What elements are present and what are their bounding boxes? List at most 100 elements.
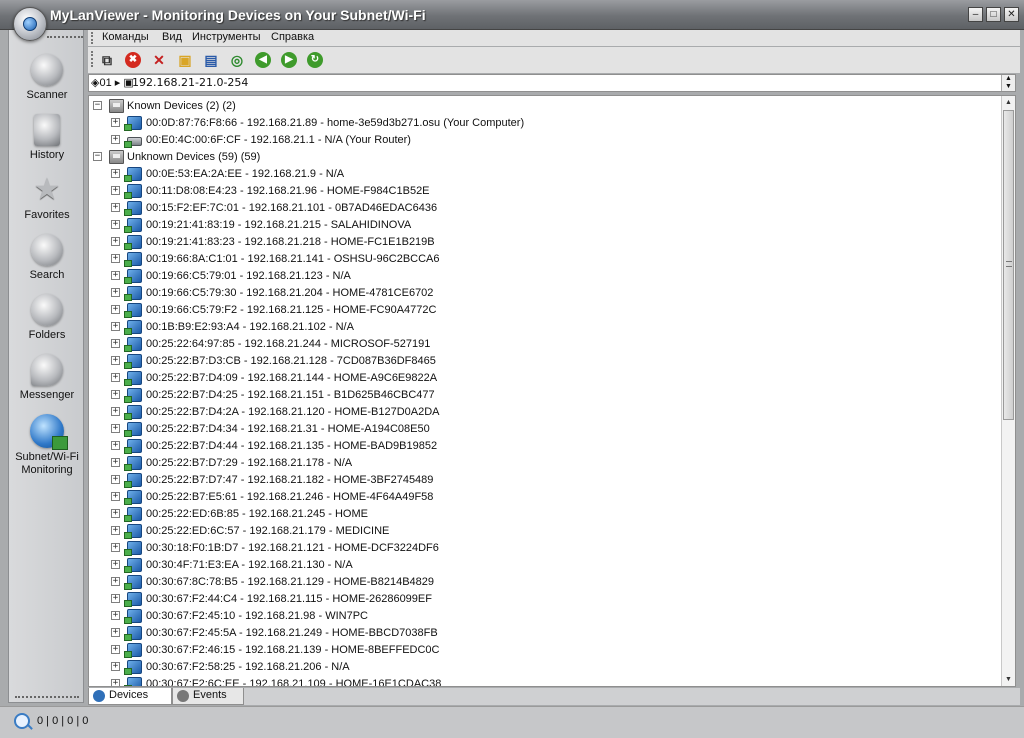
expand-icon[interactable]: + xyxy=(111,662,120,671)
device-row[interactable]: +00:E0:4C:00:6F:CF - 192.168.21.1 - N/A … xyxy=(89,132,999,149)
back-button[interactable]: ◀ xyxy=(253,50,273,70)
vertical-scrollbar[interactable]: ▲ ▼ xyxy=(1001,96,1015,686)
open-button[interactable]: ▣ xyxy=(175,50,195,70)
expand-icon[interactable]: + xyxy=(111,611,120,620)
tree-group[interactable]: − Unknown Devices (59) (59) xyxy=(89,149,999,166)
expand-icon[interactable]: + xyxy=(111,594,120,603)
spin-up-icon[interactable]: ▲ xyxy=(1002,75,1015,83)
expand-icon[interactable]: + xyxy=(111,475,120,484)
app-logo-icon[interactable] xyxy=(13,7,47,41)
scroll-up-icon[interactable]: ▲ xyxy=(1002,96,1015,109)
sidebar-item-messenger[interactable]: Messenger xyxy=(9,354,85,402)
menu-grip[interactable] xyxy=(91,32,93,44)
export-button[interactable]: ⧉ xyxy=(97,50,117,70)
minimize-button[interactable]: – xyxy=(968,7,983,22)
expand-icon[interactable]: + xyxy=(111,645,120,654)
expand-icon[interactable]: + xyxy=(111,322,120,331)
refresh-button[interactable]: ↻ xyxy=(305,50,325,70)
sidebar-item-search[interactable]: Search xyxy=(9,234,85,282)
save-button[interactable]: ▤ xyxy=(201,50,221,70)
tree-group[interactable]: − Known Devices (2) (2) xyxy=(89,98,999,115)
address-spinner[interactable]: ▲ ▼ xyxy=(1001,75,1015,91)
device-row[interactable]: +00:0E:53:EA:2A:EE - 192.168.21.9 - N/A xyxy=(89,166,999,183)
collapse-icon[interactable]: − xyxy=(93,101,102,110)
expand-icon[interactable]: + xyxy=(111,271,120,280)
expand-icon[interactable]: + xyxy=(111,424,120,433)
expand-icon[interactable]: + xyxy=(111,305,120,314)
device-row[interactable]: +00:25:22:B7:D4:34 - 192.168.21.31 - HOM… xyxy=(89,421,999,438)
scroll-down-icon[interactable]: ▼ xyxy=(1002,673,1015,686)
spin-down-icon[interactable]: ▼ xyxy=(1002,83,1015,91)
device-row[interactable]: +00:0D:87:76:F8:66 - 192.168.21.89 - hom… xyxy=(89,115,999,132)
title-bar[interactable]: MyLanViewer - Monitoring Devices on Your… xyxy=(0,0,1024,30)
expand-icon[interactable]: + xyxy=(111,407,120,416)
device-row[interactable]: +00:25:22:ED:6C:57 - 192.168.21.179 - ME… xyxy=(89,523,999,540)
device-row[interactable]: +00:19:21:41:83:23 - 192.168.21.218 - HO… xyxy=(89,234,999,251)
tab-events[interactable]: Events xyxy=(172,688,244,705)
device-row[interactable]: +00:19:66:C5:79:01 - 192.168.21.123 - N/… xyxy=(89,268,999,285)
expand-icon[interactable]: + xyxy=(111,373,120,382)
delete-button[interactable]: ✕ xyxy=(149,50,169,70)
expand-icon[interactable]: + xyxy=(111,577,120,586)
address-bar[interactable]: ◈01 ▸ ▣ 192.168.21-21.0-254 ▲ ▼ xyxy=(88,74,1016,92)
device-row[interactable]: +00:30:4F:71:E3:EA - 192.168.21.130 - N/… xyxy=(89,557,999,574)
expand-icon[interactable]: + xyxy=(111,390,120,399)
device-row[interactable]: +00:30:18:F0:1B:D7 - 192.168.21.121 - HO… xyxy=(89,540,999,557)
device-row[interactable]: +00:25:22:B7:D7:29 - 192.168.21.178 - N/… xyxy=(89,455,999,472)
sidebar-item-history[interactable]: History xyxy=(9,114,85,162)
sidebar-item-favorites[interactable]: ★ Favorites xyxy=(9,174,85,222)
expand-icon[interactable]: + xyxy=(111,526,120,535)
device-row[interactable]: +00:25:22:B7:D4:25 - 192.168.21.151 - B1… xyxy=(89,387,999,404)
device-row[interactable]: +00:25:22:B7:D4:44 - 192.168.21.135 - HO… xyxy=(89,438,999,455)
device-row[interactable]: +00:30:67:F2:58:25 - 192.168.21.206 - N/… xyxy=(89,659,999,676)
expand-icon[interactable]: + xyxy=(111,237,120,246)
expand-icon[interactable]: + xyxy=(111,356,120,365)
expand-icon[interactable]: + xyxy=(111,339,120,348)
menu-tools[interactable]: Инструменты xyxy=(192,31,261,43)
device-row[interactable]: +00:25:22:B7:D4:09 - 192.168.21.144 - HO… xyxy=(89,370,999,387)
expand-icon[interactable]: + xyxy=(111,169,120,178)
collapse-icon[interactable]: − xyxy=(93,152,102,161)
expand-icon[interactable]: + xyxy=(111,118,120,127)
expand-icon[interactable]: + xyxy=(111,186,120,195)
device-row[interactable]: +00:19:21:41:83:19 - 192.168.21.215 - SA… xyxy=(89,217,999,234)
device-row[interactable]: +00:25:22:B7:E5:61 - 192.168.21.246 - HO… xyxy=(89,489,999,506)
expand-icon[interactable]: + xyxy=(111,679,120,686)
expand-icon[interactable]: + xyxy=(111,220,120,229)
sidebar-item-scanner[interactable]: Scanner xyxy=(9,54,85,102)
menu-commands[interactable]: Команды xyxy=(102,31,149,43)
maximize-button[interactable]: □ xyxy=(986,7,1001,22)
expand-icon[interactable]: + xyxy=(111,492,120,501)
expand-icon[interactable]: + xyxy=(111,458,120,467)
forward-button[interactable]: ▶ xyxy=(279,50,299,70)
close-button[interactable]: ✕ xyxy=(1004,7,1019,22)
expand-icon[interactable]: + xyxy=(111,441,120,450)
device-row[interactable]: +00:30:67:F2:45:10 - 192.168.21.98 - WIN… xyxy=(89,608,999,625)
expand-icon[interactable]: + xyxy=(111,560,120,569)
device-row[interactable]: +00:15:F2:EF:7C:01 - 192.168.21.101 - 0B… xyxy=(89,200,999,217)
tab-devices[interactable]: Devices xyxy=(88,688,172,705)
device-row[interactable]: +00:19:66:C5:79:30 - 192.168.21.204 - HO… xyxy=(89,285,999,302)
expand-icon[interactable]: + xyxy=(111,543,120,552)
sidebar-item-folders[interactable]: Folders xyxy=(9,294,85,342)
expand-icon[interactable]: + xyxy=(111,509,120,518)
expand-icon[interactable]: + xyxy=(111,203,120,212)
device-row[interactable]: +00:30:67:F2:6C:EE - 192.168.21.109 - HO… xyxy=(89,676,999,686)
device-row[interactable]: +00:19:66:8A:C1:01 - 192.168.21.141 - OS… xyxy=(89,251,999,268)
expand-icon[interactable]: + xyxy=(111,288,120,297)
device-row[interactable]: +00:19:66:C5:79:F2 - 192.168.21.125 - HO… xyxy=(89,302,999,319)
device-row[interactable]: +00:1B:B9:E2:93:A4 - 192.168.21.102 - N/… xyxy=(89,319,999,336)
device-row[interactable]: +00:11:D8:08:E4:23 - 192.168.21.96 - HOM… xyxy=(89,183,999,200)
device-row[interactable]: +00:30:67:F2:44:C4 - 192.168.21.115 - HO… xyxy=(89,591,999,608)
device-row[interactable]: +00:30:67:F2:46:15 - 192.168.21.139 - HO… xyxy=(89,642,999,659)
toolbar-grip[interactable] xyxy=(91,51,93,67)
device-row[interactable]: +00:30:67:F2:45:5A - 192.168.21.249 - HO… xyxy=(89,625,999,642)
expand-icon[interactable]: + xyxy=(111,135,120,144)
scroll-thumb[interactable] xyxy=(1003,110,1014,420)
address-value[interactable]: 192.168.21-21.0-254 xyxy=(132,76,248,89)
menu-view[interactable]: Вид xyxy=(162,31,182,43)
device-row[interactable]: +00:25:22:B7:D4:2A - 192.168.21.120 - HO… xyxy=(89,404,999,421)
device-row[interactable]: +00:25:22:B7:D3:CB - 192.168.21.128 - 7C… xyxy=(89,353,999,370)
expand-icon[interactable]: + xyxy=(111,254,120,263)
device-row[interactable]: +00:25:22:B7:D7:47 - 192.168.21.182 - HO… xyxy=(89,472,999,489)
